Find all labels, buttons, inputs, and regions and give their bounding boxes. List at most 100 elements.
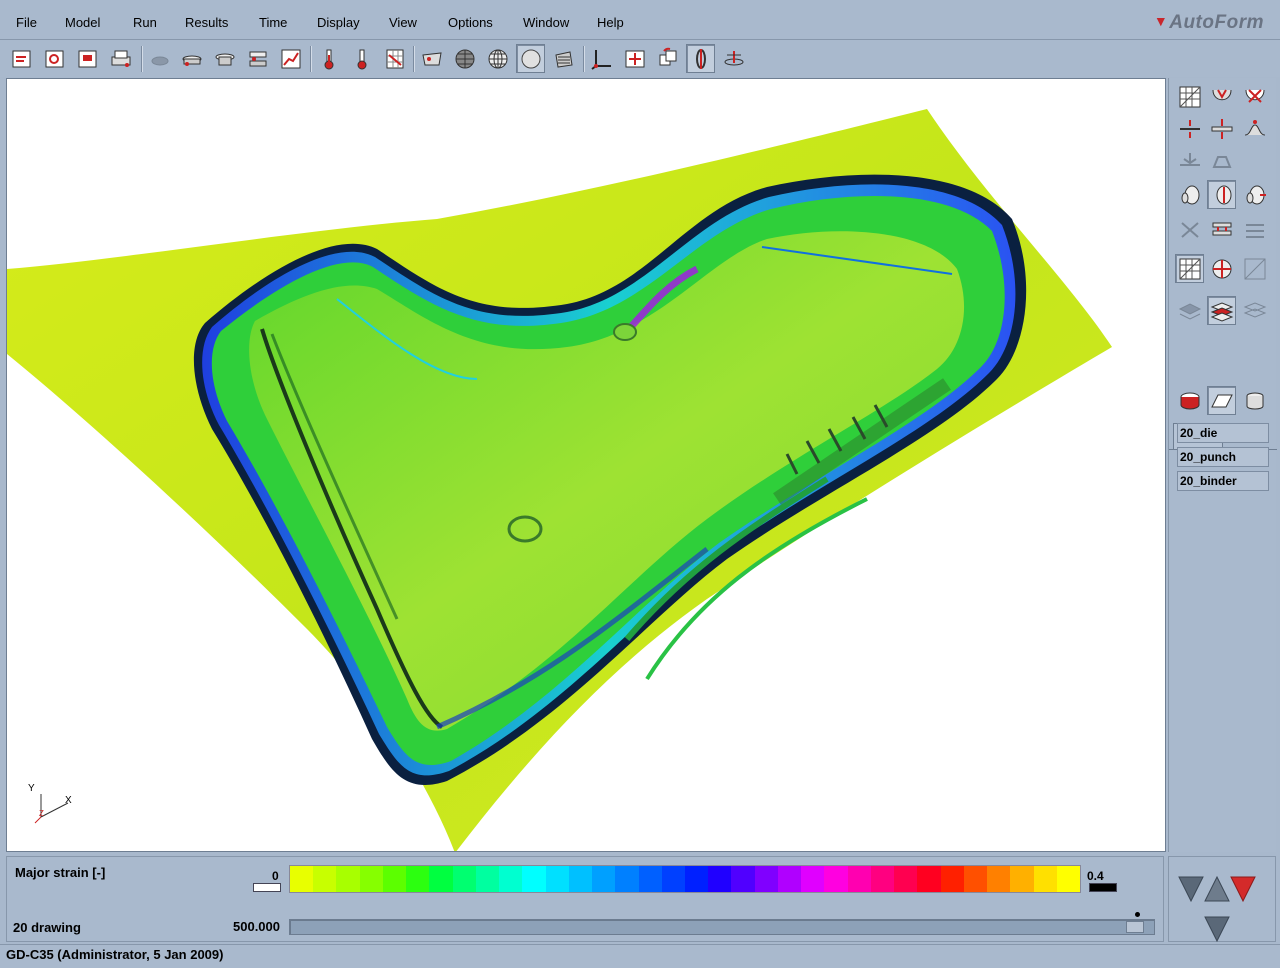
menu-run[interactable]: Run: [133, 15, 157, 30]
time-value-label: 500.000: [233, 919, 280, 934]
blank-trim-icon[interactable]: [1240, 180, 1269, 209]
status-bar: GD-C35 (Administrator, 5 Jan 2009): [0, 944, 1280, 968]
nav-up-icon[interactable]: [1204, 875, 1230, 902]
model-viewport[interactable]: Y X Z: [6, 78, 1166, 852]
color-scale-step: [359, 866, 383, 892]
time-slider-handle[interactable]: [1126, 921, 1144, 933]
color-scale-step: [824, 866, 848, 892]
gap-close-icon[interactable]: [1207, 114, 1236, 143]
symmetry-icon[interactable]: [1207, 254, 1236, 283]
menu-time[interactable]: Time: [259, 15, 287, 30]
color-scale-step: [1033, 866, 1057, 892]
color-scale-bar: [289, 865, 1081, 893]
rotate-free-icon[interactable]: [686, 44, 715, 73]
menu-file[interactable]: File: [16, 15, 37, 30]
axis-z-label: Z: [39, 809, 44, 818]
nav-back-icon[interactable]: [1178, 876, 1204, 903]
sheet-icon[interactable]: [1207, 386, 1236, 415]
thermometer-small-icon[interactable]: [347, 44, 376, 73]
menu-options[interactable]: Options: [448, 15, 493, 30]
color-scale-step: [963, 866, 988, 892]
menu-results[interactable]: Results: [185, 15, 228, 30]
rotate-view-icon[interactable]: [653, 44, 682, 73]
print-icon[interactable]: [106, 44, 135, 73]
color-scale-step: [336, 866, 360, 892]
menu-bar: File Model Run Results Time Display View…: [0, 0, 1280, 40]
time-slider[interactable]: [289, 912, 1155, 935]
nav-forward-icon[interactable]: [1230, 876, 1256, 903]
color-scale-step: [801, 866, 825, 892]
cylinder-tool-icon[interactable]: [1240, 386, 1269, 415]
color-scale-step: [777, 866, 802, 892]
tool-view-icon[interactable]: [417, 44, 446, 73]
mesh-grid-icon[interactable]: [1175, 82, 1204, 111]
right-tool-panel: Geom Rslts 20_die 20_punch 20_binder: [1168, 78, 1277, 852]
drawing-step-label: 20 drawing: [13, 920, 81, 935]
die-surface-icon[interactable]: [1207, 82, 1236, 111]
color-scale-step: [452, 866, 476, 892]
menu-view[interactable]: View: [389, 15, 417, 30]
forming-limit-icon[interactable]: [380, 44, 409, 73]
menu-help[interactable]: Help: [597, 15, 624, 30]
open-file-icon[interactable]: [7, 44, 36, 73]
color-scale-step: [661, 866, 685, 892]
tool-die[interactable]: 20_die: [1177, 423, 1269, 443]
color-scale-step: [847, 866, 871, 892]
color-scale-step: [917, 866, 941, 892]
hem-disabled-icon: [1240, 214, 1269, 243]
color-scale-step: [1056, 866, 1080, 892]
punch-icon[interactable]: [210, 44, 239, 73]
color-scale-step: [708, 866, 732, 892]
reload-file-icon[interactable]: [40, 44, 69, 73]
color-scale-step: [592, 866, 616, 892]
layer-section-icon[interactable]: [1207, 296, 1236, 325]
mesh-sphere-icon[interactable]: [450, 44, 479, 73]
fit-view-icon[interactable]: [620, 44, 649, 73]
color-scale-step: [987, 866, 1011, 892]
navigation-panel: [1168, 856, 1276, 943]
menu-model[interactable]: Model: [65, 15, 100, 30]
color-scale-step: [406, 866, 430, 892]
flange-icon[interactable]: [1207, 214, 1236, 243]
menu-window[interactable]: Window: [523, 15, 569, 30]
thermometer-icon[interactable]: [314, 44, 343, 73]
color-scale-step: [684, 866, 709, 892]
die-tool-icon[interactable]: [1175, 386, 1204, 415]
nav-down-icon[interactable]: [1204, 916, 1230, 943]
draw-die-icon[interactable]: [1240, 82, 1269, 111]
color-scale-step: [731, 866, 755, 892]
shaded-sphere-icon[interactable]: [516, 44, 545, 73]
axes-icon[interactable]: [587, 44, 616, 73]
curve-chart-icon[interactable]: [276, 44, 305, 73]
color-scale-step: [290, 866, 314, 892]
section-icon[interactable]: [549, 44, 578, 73]
legend-min-swatch: [253, 883, 281, 892]
binder-icon[interactable]: [243, 44, 272, 73]
color-scale-step: [940, 866, 964, 892]
toolbar-separator: [583, 46, 585, 72]
die-icon[interactable]: [177, 44, 206, 73]
layer-hidden-icon[interactable]: [1240, 296, 1269, 325]
save-file-icon[interactable]: [73, 44, 102, 73]
wire-sphere-icon[interactable]: [483, 44, 512, 73]
axis-triad: Y X Z: [23, 779, 93, 829]
axis-y-label: Y: [28, 783, 35, 794]
blank-egg-icon[interactable]: [1175, 180, 1204, 209]
bead-icon[interactable]: [1240, 114, 1269, 143]
color-scale-step: [499, 866, 523, 892]
color-scale-step: [870, 866, 895, 892]
color-scale-step: [638, 866, 662, 892]
toolbar-separator: [310, 46, 312, 72]
blank-outline-icon[interactable]: [1207, 180, 1236, 209]
snap-view-icon[interactable]: [719, 44, 748, 73]
mesh-view-icon[interactable]: [1175, 254, 1204, 283]
legend-max-swatch: [1089, 883, 1117, 892]
color-scale-step: [382, 866, 407, 892]
pad-disabled-icon: [1207, 146, 1236, 175]
tool-binder[interactable]: 20_binder: [1177, 471, 1269, 491]
tool-punch[interactable]: 20_punch: [1177, 447, 1269, 467]
menu-display[interactable]: Display: [317, 15, 360, 30]
layer-stack-icon[interactable]: [1175, 296, 1204, 325]
legend-panel: Major strain [-] 0 0.4 20 drawing 500.00…: [6, 856, 1164, 942]
gap-icon[interactable]: [1175, 114, 1204, 143]
